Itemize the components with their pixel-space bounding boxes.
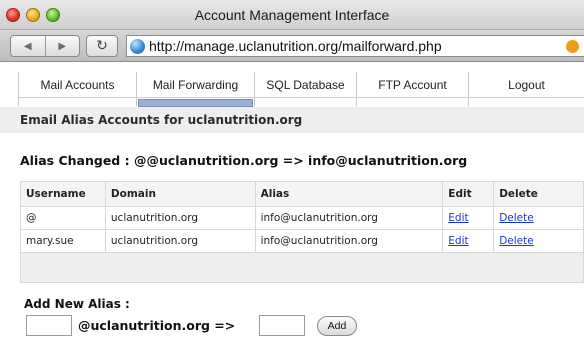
main-nav-tabs: Mail Accounts Mail Forwarding SQL Databa… [18, 72, 584, 107]
back-forward-group: ◀ ▶ [10, 35, 80, 57]
cell-delete: Delete [493, 229, 584, 253]
cell-edit: Edit [442, 206, 495, 230]
reload-icon: ↻ [96, 38, 108, 54]
domain-suffix-label: @uclanutrition.org => [78, 318, 236, 333]
page-content: Mail Accounts Mail Forwarding SQL Databa… [0, 63, 584, 354]
window-title: Account Management Interface [194, 7, 390, 23]
cell-edit: Edit [442, 229, 495, 253]
cell-domain: uclanutrition.org [104, 206, 256, 230]
cell-alias: info@uclanutrition.org [254, 229, 444, 253]
edit-link[interactable]: Edit [448, 212, 468, 224]
tab-label: Mail Forwarding [152, 78, 239, 92]
tab-label: Mail Accounts [40, 78, 115, 92]
empty-cell [20, 252, 584, 283]
back-button[interactable]: ◀ [11, 36, 45, 56]
new-alias-target-input[interactable] [259, 315, 305, 336]
add-alias-button[interactable]: Add [317, 316, 357, 336]
column-header-edit: Edit [442, 181, 495, 207]
address-bar-url[interactable]: http://manage.uclanutrition.org/mailforw… [149, 38, 442, 54]
add-alias-row: @uclanutrition.org => Add [26, 315, 386, 339]
tab-label: SQL Database [266, 78, 345, 92]
column-header-username: Username [20, 181, 106, 207]
tab-divider [137, 97, 254, 98]
status-message: Alias Changed : @@uclanutrition.org => i… [20, 153, 468, 168]
table-row: mary.sue uclanutrition.org info@uclanutr… [20, 229, 584, 253]
forward-button[interactable]: ▶ [44, 36, 80, 56]
cell-username: @ [20, 206, 106, 230]
cell-domain: uclanutrition.org [104, 229, 256, 253]
tab-divider [255, 97, 356, 98]
tab-divider [19, 97, 136, 98]
add-alias-title: Add New Alias : [24, 297, 130, 311]
delete-link[interactable]: Delete [499, 212, 534, 224]
address-bar[interactable]: http://manage.uclanutrition.org/mailforw… [126, 35, 584, 57]
tab-logout[interactable]: Logout [468, 72, 584, 106]
forward-arrow-icon: ▶ [58, 40, 67, 52]
alias-table: Username Domain Alias Edit Delete @ ucla… [20, 181, 584, 283]
back-arrow-icon: ◀ [23, 40, 32, 52]
tab-divider [469, 97, 584, 98]
active-tab-indicator [138, 99, 253, 107]
reload-button[interactable]: ↻ [86, 35, 118, 57]
column-header-alias: Alias [254, 181, 444, 207]
page-title: Email Alias Accounts for uclanutrition.o… [20, 113, 303, 127]
tab-label: FTP Account [378, 78, 447, 92]
edit-link[interactable]: Edit [448, 235, 468, 247]
tab-label: Logout [508, 78, 545, 92]
cell-alias: info@uclanutrition.org [254, 206, 444, 230]
new-username-input[interactable] [26, 315, 72, 336]
tab-divider [357, 97, 468, 98]
cell-delete: Delete [493, 206, 584, 230]
section-heading-bar: Email Alias Accounts for uclanutrition.o… [0, 107, 584, 133]
column-header-domain: Domain [104, 181, 256, 207]
add-alias-form: Add New Alias : @uclanutrition.org => Ad… [24, 297, 357, 336]
tab-ftp-account[interactable]: FTP Account [356, 72, 468, 106]
delete-link[interactable]: Delete [499, 235, 534, 247]
column-header-delete: Delete [493, 181, 584, 207]
cell-username: mary.sue [20, 229, 106, 253]
tab-sql-database[interactable]: SQL Database [254, 72, 356, 106]
table-row: @ uclanutrition.org info@uclanutrition.o… [20, 206, 584, 230]
table-header-row: Username Domain Alias Edit Delete [20, 181, 584, 207]
tab-mail-accounts[interactable]: Mail Accounts [18, 72, 136, 106]
rss-feed-icon[interactable] [566, 40, 579, 53]
table-empty-row [20, 252, 584, 283]
window-titlebar: Account Management Interface [0, 0, 584, 30]
tab-mail-forwarding[interactable]: Mail Forwarding [136, 72, 254, 107]
site-globe-icon [130, 38, 145, 54]
browser-toolbar: ◀ ▶ ↻ http://manage.uclanutrition.org/ma… [0, 30, 584, 62]
